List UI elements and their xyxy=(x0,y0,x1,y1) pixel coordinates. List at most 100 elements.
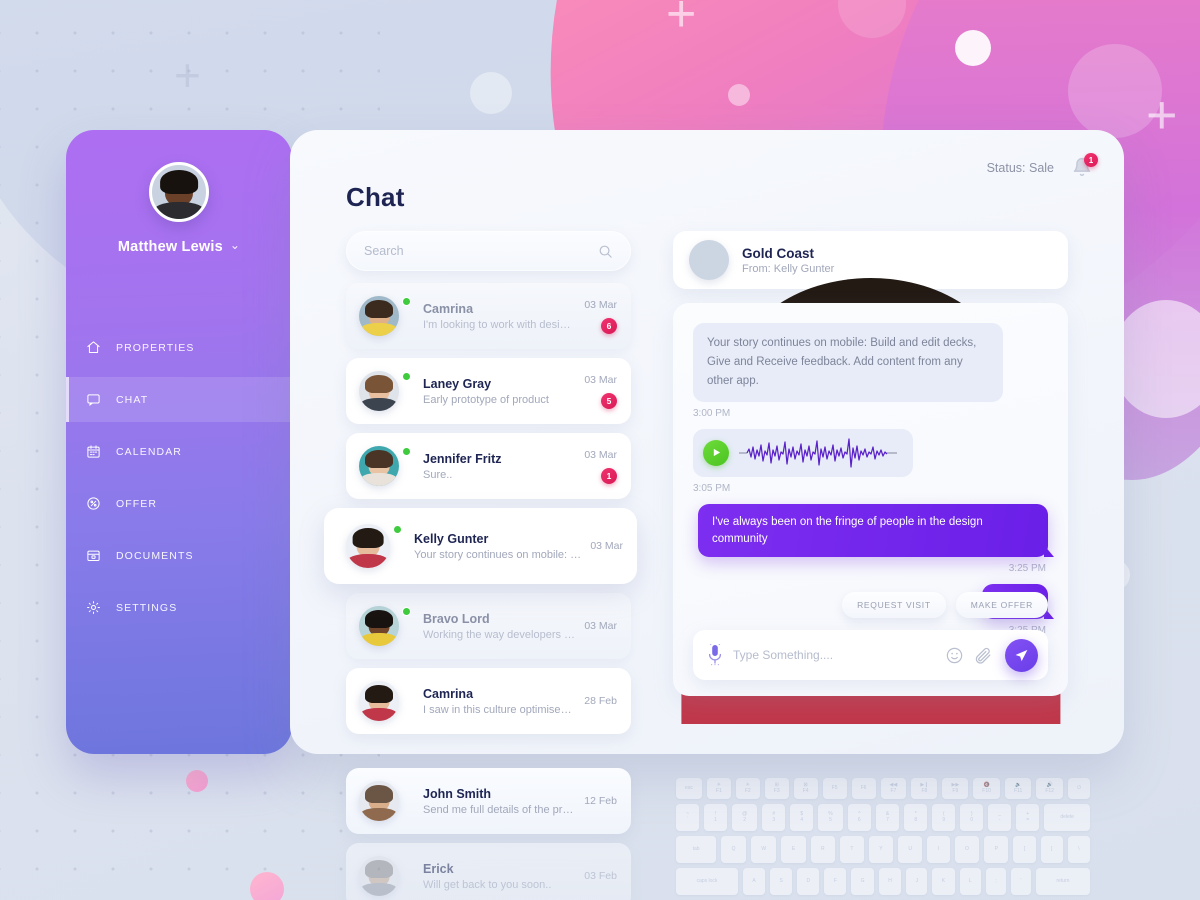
chat-avatar-wrap xyxy=(359,371,411,411)
message-input[interactable] xyxy=(733,648,935,662)
keyboard-key: K xyxy=(932,868,955,895)
sidebar-item-calendar[interactable]: CALENDAR xyxy=(66,429,292,474)
request-visit-button[interactable]: REQUEST VISIT xyxy=(842,592,946,618)
chat-item-name: Camrina xyxy=(423,301,474,316)
search-input[interactable] xyxy=(364,244,598,258)
chat-avatar xyxy=(346,524,390,568)
chat-item-name: Laney Gray xyxy=(423,376,492,391)
keyboard-key: Q xyxy=(721,836,746,863)
keyboard-key: J xyxy=(906,868,928,895)
voice-message-bubble[interactable] xyxy=(693,428,913,477)
make-offer-button[interactable]: MAKE OFFER xyxy=(955,592,1048,618)
keyboard-key: R xyxy=(810,836,836,863)
chat-list-item[interactable]: John Smith Send me full details of the pr… xyxy=(346,768,631,834)
sidebar-item-chat[interactable]: CHAT xyxy=(66,377,292,422)
search-icon[interactable] xyxy=(598,244,613,259)
smiley-icon[interactable] xyxy=(945,646,964,665)
keyboard-key: (9 xyxy=(932,804,956,831)
keyboard-key: #3 xyxy=(762,804,786,831)
sidebar-item-documents[interactable]: DOCUMENTS xyxy=(66,533,292,578)
conversation-header[interactable]: Gold Coast From: Kelly Gunter xyxy=(673,231,1068,724)
notification-bell[interactable]: 1 xyxy=(1072,153,1098,179)
chat-avatar-wrap xyxy=(359,681,411,721)
sidebar-item-properties[interactable]: PROPERTIES xyxy=(66,325,292,370)
keyboard-key: O xyxy=(954,836,980,863)
chat-item-preview: Your story continues on mobile: Build an… xyxy=(414,548,583,561)
chat-list-item[interactable]: Bravo Lord Working the way developers wor… xyxy=(346,593,631,659)
online-status-dot xyxy=(402,607,411,616)
notification-badge: 1 xyxy=(1084,153,1098,167)
keyboard-key: tab xyxy=(676,836,717,863)
keyboard-key: ; xyxy=(986,868,1007,895)
avatar-face xyxy=(359,446,399,486)
chat-avatar-wrap xyxy=(359,296,411,336)
play-icon[interactable] xyxy=(703,439,729,466)
keyboard-key: @2 xyxy=(732,804,758,831)
message-timestamp: 3:00 PM xyxy=(693,407,731,419)
keyboard-key: F5 xyxy=(822,778,847,799)
chat-item-preview: Sure.. xyxy=(423,468,453,481)
chat-list-item[interactable]: Erick Will get back to you soon.. 03 Feb xyxy=(346,843,631,900)
keyboard-key: ☀ F2 xyxy=(735,778,760,799)
keyboard-key: $4 xyxy=(790,804,814,831)
sidebar-item-label: PROPERTIES xyxy=(116,341,195,354)
message-composer[interactable] xyxy=(693,630,1048,680)
send-paper-plane-icon[interactable] xyxy=(1005,638,1038,672)
unread-badge: 6 xyxy=(601,317,617,334)
page-title: Chat xyxy=(346,182,405,212)
chat-list-item[interactable]: Kelly Gunter Your story continues on mobi… xyxy=(324,508,637,584)
online-status-dot xyxy=(393,525,402,534)
chat-avatar-wrap xyxy=(359,446,411,486)
chat-list-item[interactable]: Jennifer Fritz Sure.. 03 Mar 1 xyxy=(346,433,631,499)
decor-circle-pink-1 xyxy=(186,770,208,792)
chat-item-meta: 03 Mar xyxy=(584,620,617,632)
decor-circle-pink-2 xyxy=(250,872,284,900)
sidebar-item-offer[interactable]: OFFER xyxy=(66,481,292,526)
status-row: Status: Sale 1 xyxy=(987,153,1098,179)
search-box[interactable] xyxy=(346,231,631,271)
chat-item-date: 03 Mar xyxy=(584,448,617,461)
chat-item-preview: Send me full details of the project. xyxy=(423,803,577,816)
avatar-face xyxy=(359,371,399,411)
chat-item-name: Jennifer Fritz xyxy=(423,451,502,466)
keyboard-key: F xyxy=(824,868,847,895)
chat-list-item[interactable]: Camrina I'm looking to work with designer… xyxy=(346,283,631,349)
chat-item-date: 03 Feb xyxy=(584,870,617,882)
keyboard-key: ⊞ F3 xyxy=(764,778,789,799)
chat-item-meta: 03 Mar 6 xyxy=(584,299,617,334)
keyboard-key: F6 xyxy=(851,778,876,799)
message-bubble-outgoing: I've always been on the fringe of people… xyxy=(698,503,1054,558)
chat-item-text: Kelly Gunter Your story continues on mobi… xyxy=(414,532,582,561)
user-name[interactable]: Matthew Lewis ⌄ xyxy=(66,238,292,255)
keyboard-key: S xyxy=(770,868,793,895)
keyboard-key: caps lock xyxy=(676,868,739,895)
chat-item-name: John Smith xyxy=(423,786,492,801)
keyboard-key: ⊠ F4 xyxy=(793,778,818,799)
keyboard-key: delete xyxy=(1044,804,1091,831)
avatar-face xyxy=(359,681,399,721)
user-avatar[interactable] xyxy=(149,162,209,222)
chat-list-item[interactable]: Camrina I saw in this culture optimised f… xyxy=(346,668,631,734)
keyboard-key: ! 1 xyxy=(704,804,728,831)
keyboard-key: esc xyxy=(676,778,702,799)
keyboard-key: ☀ F1 xyxy=(706,778,731,799)
microphone-icon[interactable] xyxy=(707,644,723,666)
chat-item-date: 03 Mar xyxy=(584,373,617,386)
sidebar-nav: PROPERTIES CHAT CALENDAR OFFER DOCUMENTS SETT… xyxy=(66,325,292,630)
avatar-face xyxy=(152,165,206,219)
chat-avatar xyxy=(359,296,399,336)
chat-list-item[interactable]: Laney Gray Early prototype of product 03 M… xyxy=(346,358,631,424)
online-status-dot xyxy=(402,372,411,381)
chat-avatar-wrap xyxy=(359,856,411,896)
keyboard-key: ▶▶ F9 xyxy=(942,778,969,799)
keyboard-key: ~ ` xyxy=(676,804,700,831)
chat-item-date: 03 Mar xyxy=(584,298,617,311)
paperclip-icon[interactable] xyxy=(974,646,993,665)
sidebar-item-settings[interactable]: SETTINGS xyxy=(66,585,292,630)
chat-item-meta: 03 Mar xyxy=(590,540,623,552)
chat-item-text: Bravo Lord Working the way developers wor… xyxy=(423,612,576,641)
